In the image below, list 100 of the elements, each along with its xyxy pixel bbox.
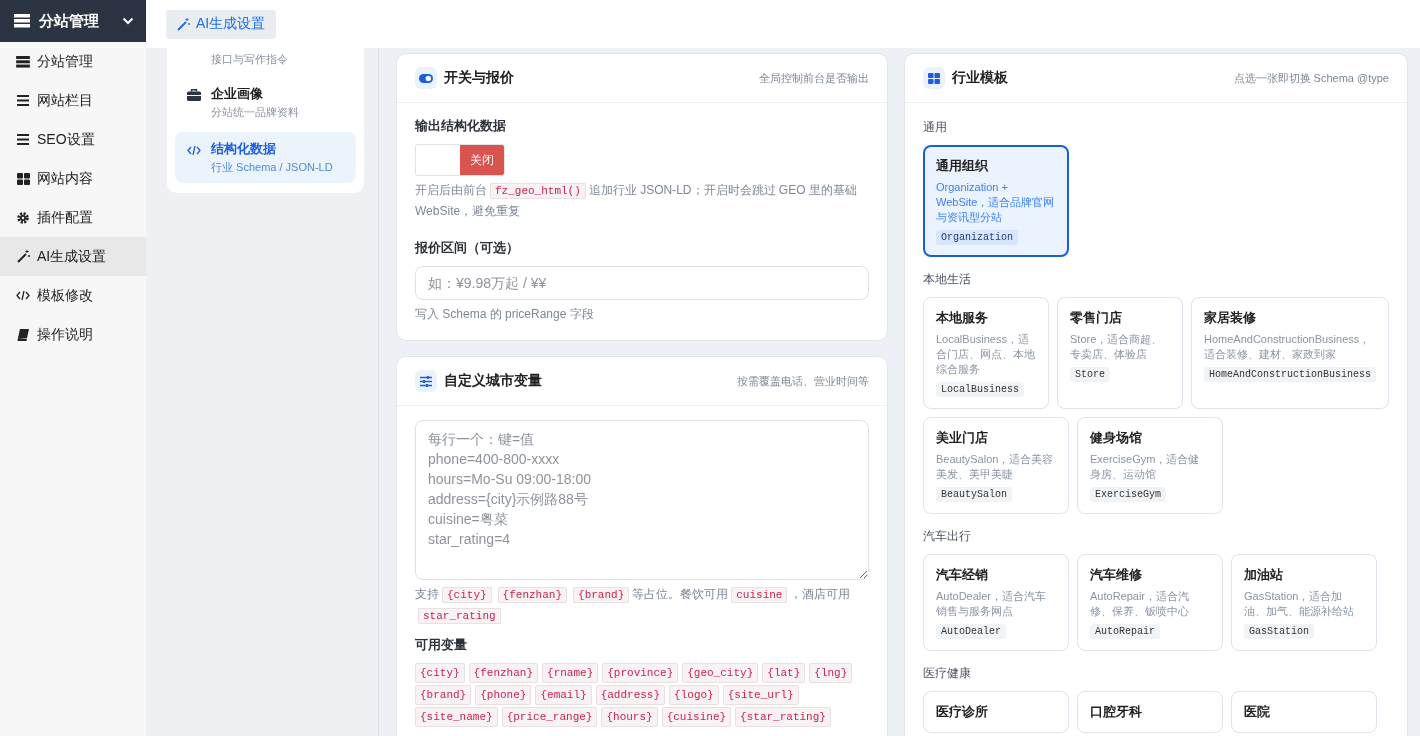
nav-item-title: 企业画像 [211, 85, 264, 103]
list-icon [17, 95, 29, 106]
panel-title: 自定义城市变量 [444, 372, 543, 390]
variable-tag[interactable]: {hours} [601, 707, 658, 727]
template-title: 通用组织 [936, 157, 988, 175]
nav-item-subtitle: 分站统一品牌资料 [211, 105, 299, 120]
variable-tag[interactable]: {province} [602, 663, 679, 683]
sidebar-item[interactable]: SEO设置 [0, 120, 146, 159]
sidebar-header[interactable]: 分站管理 [0, 0, 146, 42]
schema-type-tag: AutoDealer [936, 624, 1006, 639]
sidebar-item[interactable]: 插件配置 [0, 198, 146, 237]
template-card[interactable]: 汽车经销 AutoDealer，适合汽车销售与服务网点 AutoDealer [923, 554, 1069, 651]
variable-tag[interactable]: {star_rating} [735, 707, 831, 727]
template-title: 零售门店 [1070, 309, 1122, 327]
sidebar-item[interactable]: AI生成设置 [0, 237, 146, 276]
template-card[interactable]: 通用组织 Organization + WebSite，适合品牌官网与资讯型分站 Organization [923, 145, 1069, 257]
template-description: Organization + WebSite，适合品牌官网与资讯型分站 [936, 180, 1056, 225]
template-card[interactable]: 本地服务 LocalBusiness，适合门店、网点、本地综合服务 LocalBusiness [923, 297, 1049, 409]
template-description: AutoDealer，适合汽车销售与服务网点 [936, 589, 1048, 619]
help-text: 开启后由前台 fz_geo_html() 追加行业 JSON-LD；开启时会跳过 GEO 里的基础 WebSite，避免重复 [415, 182, 858, 220]
variable-tag[interactable]: {lng} [809, 663, 853, 683]
template-title: 美业门店 [936, 429, 988, 447]
panel-title: 行业模板 [952, 69, 1009, 87]
sidebar-header-label: 分站管理 [39, 11, 100, 31]
group-label: 本地生活 [923, 271, 972, 288]
template-card[interactable]: 健身场馆 ExerciseGym，适合健身房、运动馆 ExerciseGym [1077, 417, 1223, 514]
nav-item-title: 结构化数据 [211, 140, 277, 158]
price-range-field[interactable]: 如：¥9.98万起 / ¥¥ [415, 266, 869, 300]
server-icon [16, 55, 30, 68]
sidebar-item[interactable]: 网站内容 [0, 159, 146, 198]
panel-hint: 全局控制前台是否输出 [759, 70, 869, 86]
schema-type-tag: Organization [936, 230, 1018, 245]
panel-title: 开关与报价 [444, 69, 515, 87]
variable-tag[interactable]: {logo} [669, 685, 719, 705]
variable-tag[interactable]: {phone} [475, 685, 532, 705]
variable-tag[interactable]: {price_range} [501, 707, 598, 727]
grid-icon [928, 72, 940, 84]
variable-tag[interactable]: {email} [535, 685, 592, 705]
template-title: 加油站 [1244, 566, 1283, 584]
template-title: 医疗诊所 [936, 703, 988, 721]
template-card[interactable]: 医疗诊所 [923, 691, 1069, 733]
schema-type-tag: GasStation [1244, 624, 1314, 639]
template-card[interactable]: 医院 [1231, 691, 1377, 733]
template-title: 医院 [1244, 703, 1270, 721]
settings-icon [17, 211, 29, 224]
schema-type-tag: ExerciseGym [1090, 487, 1166, 502]
book-icon [17, 328, 29, 341]
code-snippet: {city} [442, 587, 492, 603]
template-description: LocalBusiness，适合门店、网点、本地综合服务 [936, 332, 1036, 377]
template-title: 汽车维修 [1090, 566, 1142, 584]
group-label: 汽车出行 [923, 528, 972, 545]
server-icon [14, 14, 30, 28]
template-description: BeautySalon，适合美容美发、美甲美睫 [936, 452, 1055, 482]
sidebar-item[interactable]: 网站栏目 [0, 81, 146, 120]
variable-tag[interactable]: {geo_city} [682, 663, 759, 683]
sidebar-item[interactable]: 模板修改 [0, 276, 146, 315]
variable-tag[interactable]: {site_url} [722, 685, 799, 705]
code-snippet: fz_geo_html() [490, 183, 586, 199]
template-description: AutoRepair，适合汽修、保养、钣喷中心 [1090, 589, 1191, 619]
code-icon [16, 290, 30, 301]
variables-field[interactable]: 每行一个：键=值 phone=400-800-xxxx hours=Mo-Su 09:00-18:00 address={city}示例路88号 cuisine=粤菜 star_rating=4 [415, 420, 869, 580]
group-label: 医疗健康 [923, 665, 972, 682]
template-title: 健身场馆 [1090, 429, 1142, 447]
template-card[interactable]: 口腔牙科 [1077, 691, 1223, 733]
template-description: GasStation，适合加油、加气、能源补给站 [1244, 589, 1355, 619]
sidebar-item[interactable]: 操作说明 [0, 315, 146, 354]
variable-tag[interactable]: {fenzhan} [468, 663, 539, 683]
template-card[interactable]: 家居装修 HomeAndConstructionBusiness，适合装修、建材、家政到家 HomeAndConstructionBusiness [1190, 297, 1389, 409]
schema-type-tag: BeautySalon [936, 487, 1012, 502]
tab[interactable]: AI生成设置 [166, 9, 277, 39]
template-card[interactable]: 汽车维修 AutoRepair，适合汽修、保养、钣喷中心 AutoRepair [1077, 554, 1223, 651]
wand-icon [16, 250, 30, 263]
sidebar-item[interactable]: 分站管理 [0, 42, 146, 81]
template-description: HomeAndConstructionBusiness，适合装修、建材、家政到家 [1203, 332, 1372, 362]
output-switch[interactable]: 关闭 [415, 144, 505, 176]
help-text: 写入 Schema 的 priceRange 字段 [415, 307, 594, 321]
variable-tag[interactable]: {rname} [542, 663, 599, 683]
code-snippet: cuisine [731, 587, 788, 603]
template-title: 汽车经销 [936, 566, 988, 584]
field-label: 报价区间（可选） [415, 239, 520, 257]
variable-tag[interactable]: {address} [595, 685, 666, 705]
variable-tag[interactable]: {city} [415, 663, 465, 683]
variable-tag[interactable]: {lat} [762, 663, 806, 683]
variable-tag[interactable]: {site_name} [415, 707, 498, 727]
template-card[interactable]: 美业门店 BeautySalon，适合美容美发、美甲美睫 BeautySalon [923, 417, 1069, 514]
code-snippet: {brand} [573, 587, 630, 603]
variable-tag[interactable]: {cuisine} [661, 707, 732, 727]
code-icon [187, 145, 201, 156]
schema-type-tag: HomeAndConstructionBusiness [1203, 367, 1376, 382]
template-title: 本地服务 [936, 309, 988, 327]
template-description: Store，适合商超、专卖店、体验店 [1070, 332, 1164, 362]
toggle-icon [419, 73, 433, 83]
template-card[interactable]: 加油站 GasStation，适合加油、加气、能源补给站 GasStation [1231, 554, 1377, 651]
template-card[interactable]: 零售门店 Store，适合商超、专卖店、体验店 Store [1057, 297, 1183, 409]
section-nav-item[interactable]: 企业画像 分站统一品牌资料 [175, 77, 356, 128]
template-title: 家居装修 [1203, 309, 1256, 327]
variable-tag[interactable]: {brand} [415, 685, 472, 705]
template-description: ExerciseGym，适合健身房、运动馆 [1090, 452, 1201, 482]
schema-type-tag: AutoRepair [1090, 624, 1160, 639]
section-nav-item[interactable]: 结构化数据 行业 Schema / JSON-LD [175, 132, 356, 183]
